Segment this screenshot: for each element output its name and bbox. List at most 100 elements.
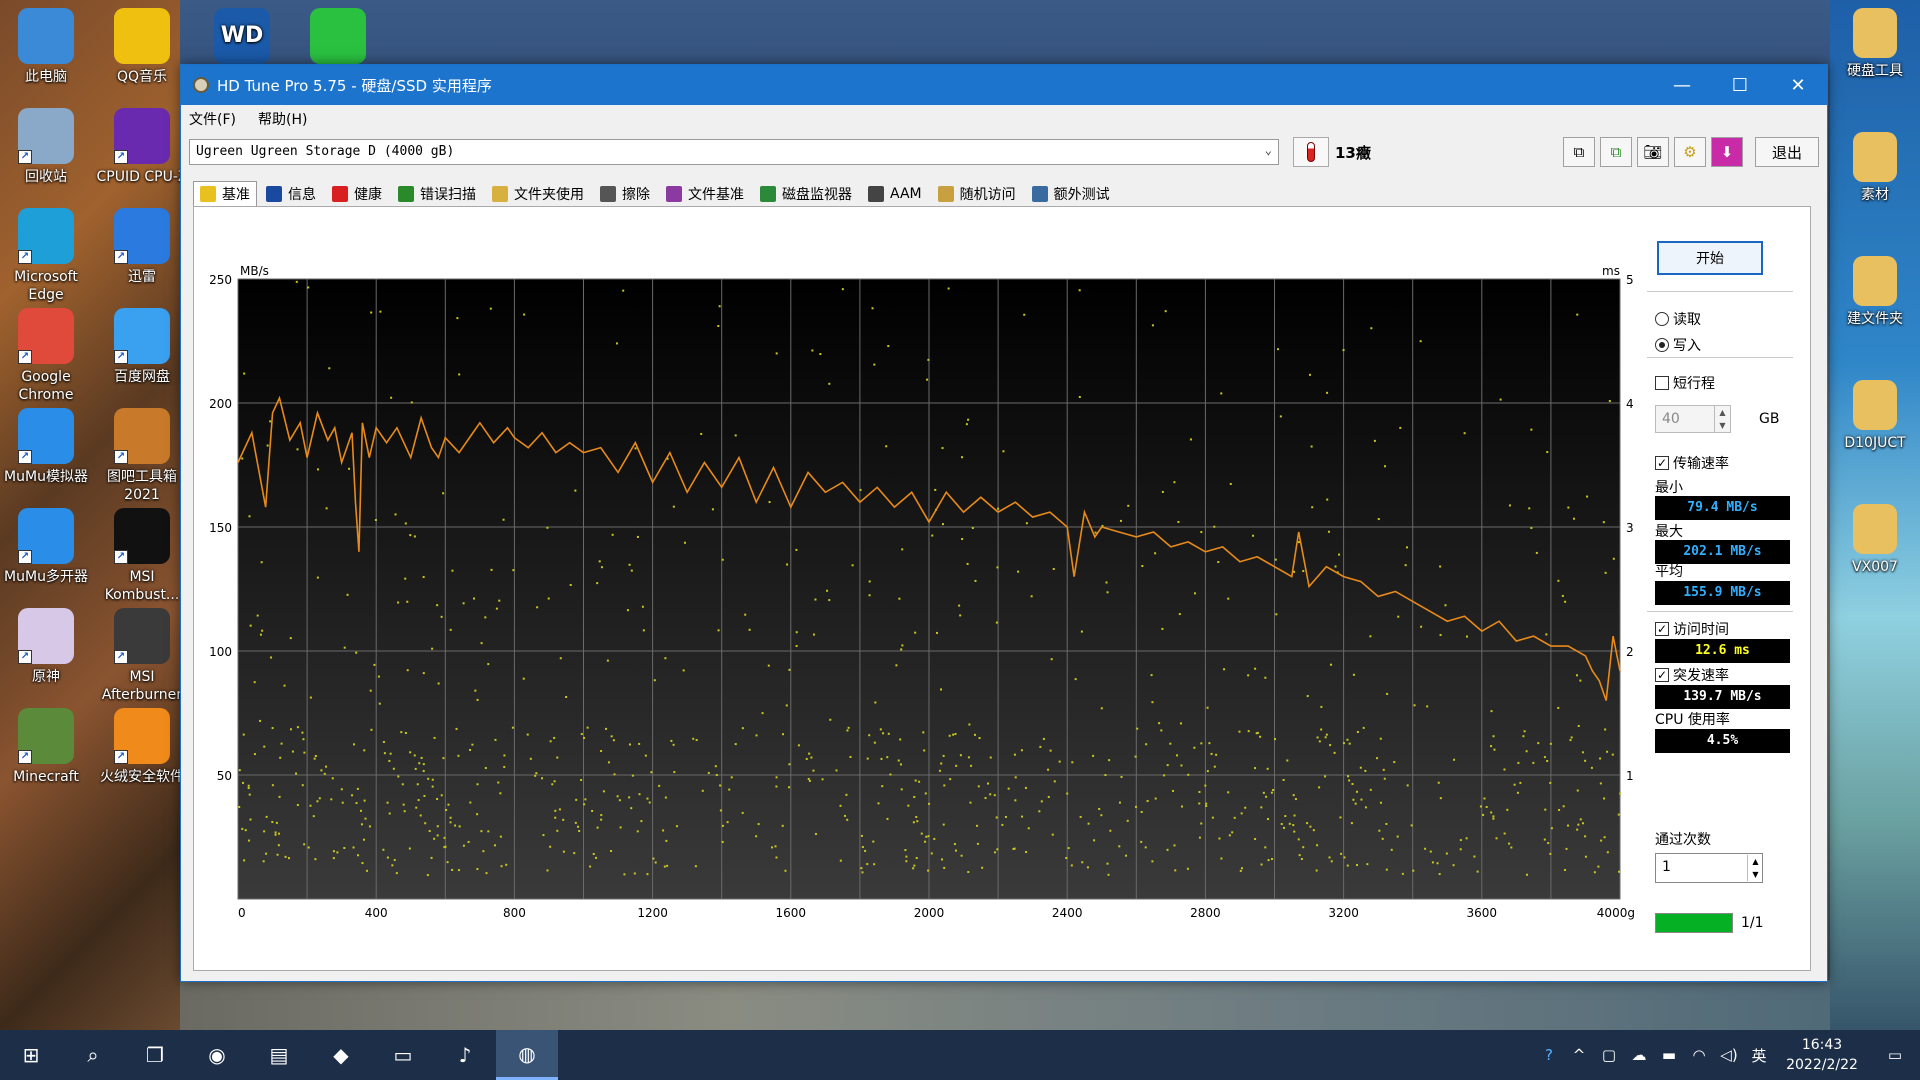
access-time-point bbox=[427, 777, 430, 780]
desktop-shortcut[interactable]: ↗ 迅雷 bbox=[96, 208, 188, 286]
access-time-checkbox[interactable]: ✓ 访问时间 bbox=[1655, 619, 1729, 639]
desktop-shortcut[interactable]: ↗ MSI Kombust... bbox=[96, 508, 188, 604]
desktop-shortcut[interactable]: QQ音乐 bbox=[96, 8, 188, 86]
notification-app-icon[interactable]: ▢ bbox=[1594, 1046, 1624, 1064]
desktop-folder[interactable]: 素材 bbox=[1830, 132, 1920, 204]
access-time-point bbox=[370, 728, 373, 731]
access-time-point bbox=[914, 779, 917, 782]
tab-benchmark[interactable]: 基准 bbox=[193, 181, 257, 207]
maximize-button[interactable]: ☐ bbox=[1711, 65, 1769, 105]
desktop-shortcut[interactable]: ↗ 图吧工具箱2021 bbox=[96, 408, 188, 504]
write-radio[interactable]: 写入 bbox=[1655, 335, 1701, 355]
tab-error-scan[interactable]: 错误扫描 bbox=[391, 181, 483, 207]
cloud-icon[interactable]: ☁ bbox=[1624, 1046, 1654, 1064]
access-time-point bbox=[348, 467, 351, 470]
short-stroke-input[interactable]: 40 ▲ ▼ bbox=[1655, 405, 1731, 433]
desktop-shortcut[interactable]: ↗ 火绒安全软件 bbox=[96, 708, 188, 786]
passes-stepper[interactable]: ▲ ▼ bbox=[1747, 855, 1763, 881]
desktop-shortcut[interactable]: ↗ Minecraft bbox=[0, 708, 92, 786]
tab-aam[interactable]: AAM bbox=[861, 181, 929, 207]
access-time-point bbox=[462, 844, 465, 847]
access-time-point bbox=[1050, 658, 1053, 661]
access-time-point bbox=[1490, 811, 1493, 814]
desktop-shortcut[interactable]: ↗ CPUID CPU-Z bbox=[96, 108, 188, 186]
save-button[interactable]: ⬇ bbox=[1711, 137, 1743, 167]
title-bar[interactable]: HD Tune Pro 5.75 - 硬盘/SSD 实用程序 — ☐ ✕ bbox=[181, 65, 1827, 105]
desktop-shortcut[interactable]: ↗ MSI Afterburner bbox=[96, 608, 188, 704]
red-app-icon[interactable]: ◆ bbox=[310, 1030, 372, 1080]
close-button[interactable]: ✕ bbox=[1769, 65, 1827, 105]
access-time-point bbox=[1310, 445, 1313, 448]
action-center-icon[interactable]: ▭ bbox=[1870, 1046, 1920, 1064]
volume-icon[interactable]: ◁) bbox=[1714, 1046, 1744, 1064]
tab-disk-monitor[interactable]: 磁盘监视器 bbox=[753, 181, 859, 207]
tab-extra-tests[interactable]: 额外测试 bbox=[1025, 181, 1117, 207]
desktop-shortcut[interactable]: ↗ 百度网盘 bbox=[96, 308, 188, 386]
wifi-icon[interactable]: ◠ bbox=[1684, 1046, 1714, 1064]
file-explorer-icon[interactable]: ▤ bbox=[248, 1030, 310, 1080]
monitor-app-icon[interactable]: ▭ bbox=[372, 1030, 434, 1080]
desktop-folder[interactable]: 建文件夹 bbox=[1830, 256, 1920, 328]
desktop-shortcut[interactable]: 此电脑 bbox=[0, 8, 92, 86]
task-view-icon[interactable]: ❐ bbox=[124, 1030, 186, 1080]
screenshot-button[interactable]: 📷︎ bbox=[1637, 137, 1669, 167]
desktop-shortcut[interactable]: WD bbox=[196, 8, 288, 68]
access-time-point bbox=[781, 733, 784, 736]
options-button[interactable]: ⚙ bbox=[1674, 137, 1706, 167]
ime-indicator[interactable]: 英 bbox=[1744, 1045, 1774, 1066]
copy-info-button[interactable]: ⧉ bbox=[1563, 137, 1595, 167]
desktop-folder[interactable]: VX007 bbox=[1830, 504, 1920, 576]
read-radio[interactable]: 读取 bbox=[1655, 309, 1701, 329]
access-time-point bbox=[1280, 822, 1283, 825]
windows-start-icon[interactable]: ⊞ bbox=[0, 1030, 62, 1080]
desktop-shortcut[interactable]: ↗ 回收站 bbox=[0, 108, 92, 186]
clock[interactable]: 16:43 2022/2/22 bbox=[1774, 1035, 1870, 1075]
exit-button[interactable]: 退出 bbox=[1755, 137, 1819, 167]
desktop-shortcut[interactable]: ↗ Microsoft Edge bbox=[0, 208, 92, 304]
access-time-point bbox=[549, 845, 552, 848]
desktop-shortcut-label: QQ音乐 bbox=[116, 69, 168, 85]
access-time-point bbox=[457, 754, 460, 757]
short-stroke-checkbox[interactable]: 短行程 bbox=[1655, 373, 1715, 393]
desktop-shortcut[interactable]: ↗ 原神 bbox=[0, 608, 92, 686]
extra-tests-icon bbox=[1031, 186, 1048, 202]
access-time-point bbox=[916, 820, 919, 823]
chrome-icon[interactable]: ◉ bbox=[186, 1030, 248, 1080]
hd-tune-icon[interactable]: ◍ bbox=[496, 1030, 558, 1080]
menu-file[interactable]: 文件(F) bbox=[189, 109, 236, 129]
chevron-up-icon[interactable]: ^ bbox=[1564, 1046, 1594, 1064]
drive-select-value: Ugreen Ugreen Storage D (4000 gB) bbox=[196, 144, 455, 159]
battery-icon[interactable]: ▬ bbox=[1654, 1046, 1684, 1064]
drive-select[interactable]: Ugreen Ugreen Storage D (4000 gB) ⌄ bbox=[189, 139, 1279, 165]
desktop-shortcut[interactable]: ↗ MuMu多开器 bbox=[0, 508, 92, 586]
help-icon[interactable]: ? bbox=[1534, 1046, 1564, 1064]
folder-usage-icon bbox=[492, 186, 508, 202]
access-time-point bbox=[1173, 844, 1176, 847]
access-time-point bbox=[1525, 750, 1528, 753]
desktop-shortcut[interactable]: ↗ Google Chrome bbox=[0, 308, 92, 404]
transfer-rate-checkbox[interactable]: ✓ 传输速率 bbox=[1655, 453, 1729, 473]
access-time-point bbox=[1348, 779, 1351, 782]
access-time-point bbox=[413, 754, 416, 757]
tab-info[interactable]: 信息 bbox=[259, 181, 323, 207]
tab-erase[interactable]: 擦除 bbox=[593, 181, 657, 207]
qq-music-icon[interactable]: ♪ bbox=[434, 1030, 496, 1080]
desktop-shortcut[interactable] bbox=[292, 8, 384, 68]
burst-rate-checkbox[interactable]: ✓ 突发速率 bbox=[1655, 665, 1729, 685]
tab-file-benchmark[interactable]: 文件基准 bbox=[659, 181, 751, 207]
tab-folder-usage[interactable]: 文件夹使用 bbox=[485, 181, 591, 207]
desktop-shortcut[interactable]: ↗ MuMu模拟器 bbox=[0, 408, 92, 486]
start-button[interactable]: 开始 bbox=[1657, 241, 1763, 275]
short-stroke-stepper[interactable]: ▲ ▼ bbox=[1714, 406, 1730, 432]
search-icon[interactable]: ⌕ bbox=[62, 1030, 124, 1080]
tab-health[interactable]: 健康 bbox=[325, 181, 389, 207]
desktop-folder[interactable]: 硬盘工具 bbox=[1830, 8, 1920, 80]
menu-help[interactable]: 帮助(H) bbox=[258, 109, 307, 129]
copy-screen-button[interactable]: ⧉ bbox=[1600, 137, 1632, 167]
tab-random-access[interactable]: 随机访问 bbox=[931, 181, 1023, 207]
access-time-point bbox=[920, 832, 923, 835]
desktop-folder[interactable]: D10JUCT bbox=[1830, 380, 1920, 452]
access-time-point bbox=[325, 507, 328, 510]
minimize-button[interactable]: — bbox=[1653, 65, 1711, 105]
access-time-point bbox=[328, 367, 331, 370]
